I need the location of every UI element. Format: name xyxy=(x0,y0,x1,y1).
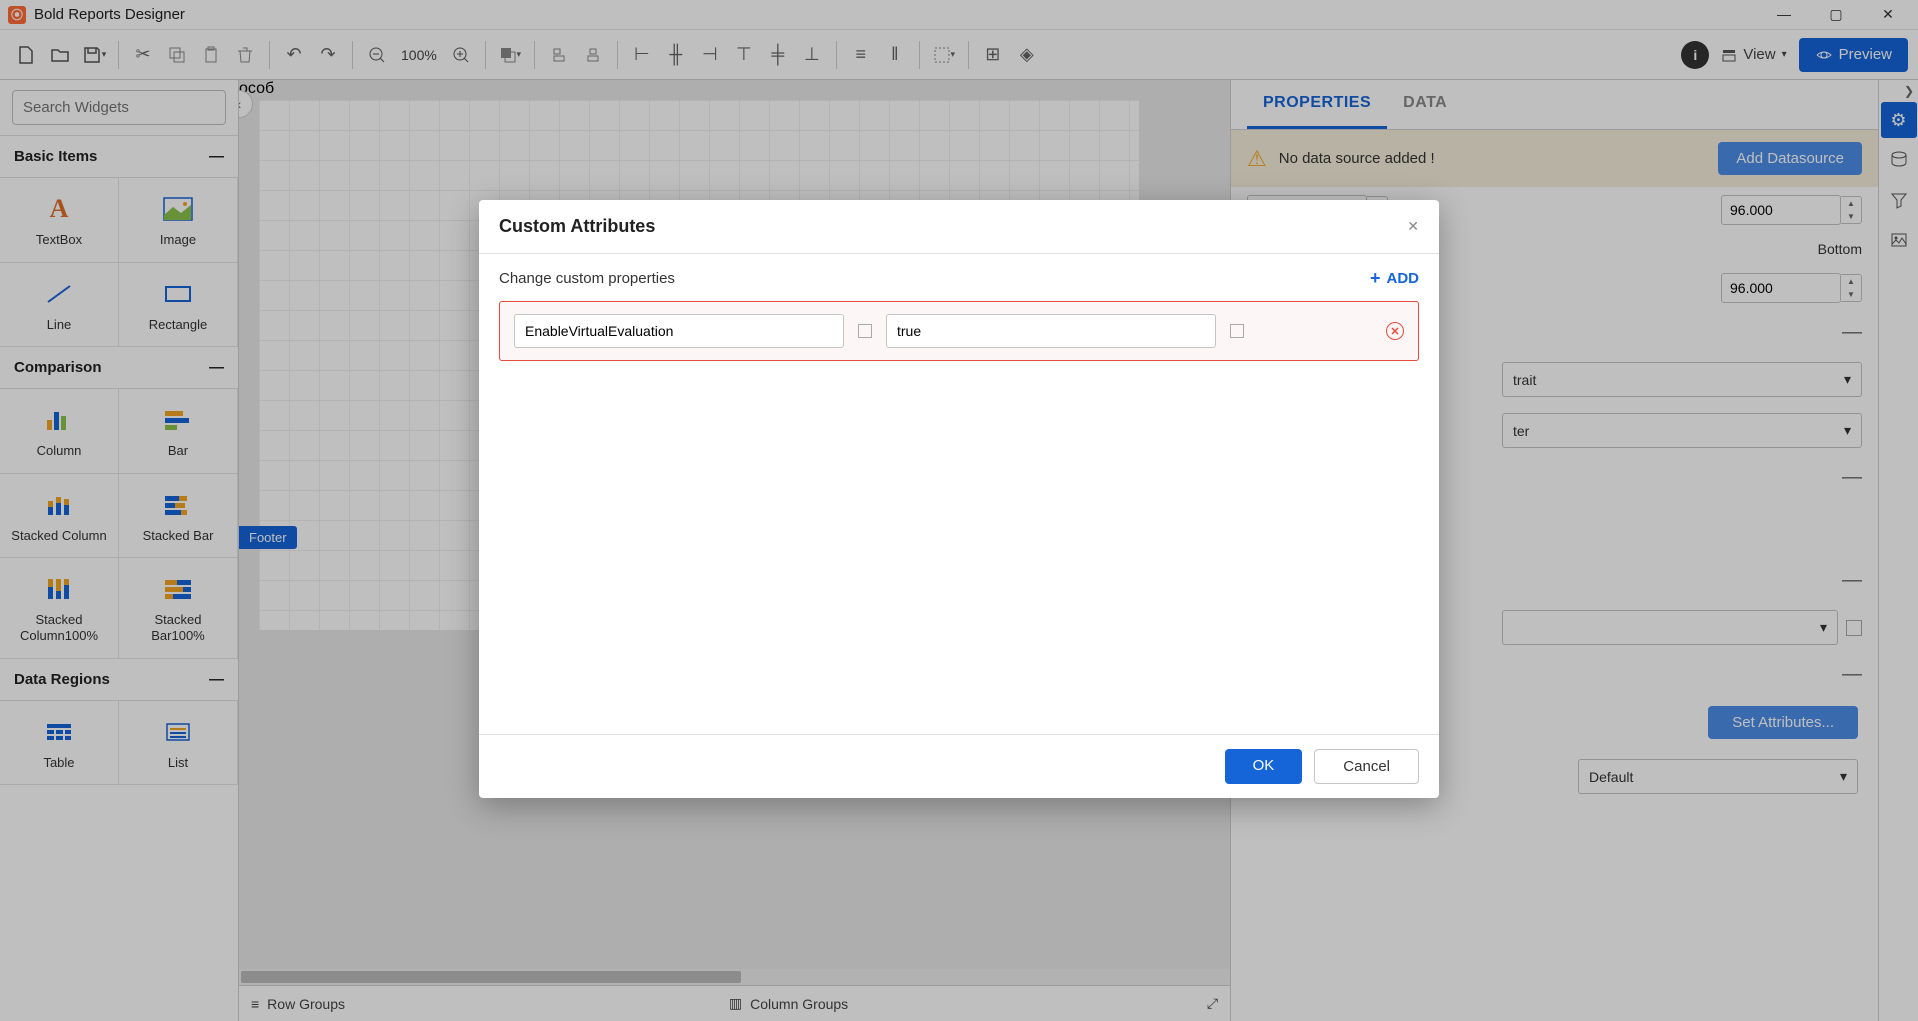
dialog-title: Custom Attributes xyxy=(499,216,655,237)
attribute-value-input[interactable] xyxy=(886,314,1216,348)
custom-attributes-dialog: Custom Attributes ✕ Change custom proper… xyxy=(479,200,1439,798)
attribute-checkbox-1[interactable] xyxy=(858,324,872,338)
attribute-name-input[interactable] xyxy=(514,314,844,348)
dialog-ok-button[interactable]: OK xyxy=(1225,749,1303,784)
dialog-cancel-button[interactable]: Cancel xyxy=(1314,749,1419,784)
dialog-add-button[interactable]: + ADD xyxy=(1370,268,1419,289)
dialog-close-icon[interactable]: ✕ xyxy=(1407,218,1419,235)
dialog-subtitle: Change custom properties xyxy=(499,270,675,287)
attribute-checkbox-2[interactable] xyxy=(1230,324,1244,338)
attribute-remove-icon[interactable]: ✕ xyxy=(1386,322,1404,340)
attribute-row: ✕ xyxy=(499,301,1419,361)
